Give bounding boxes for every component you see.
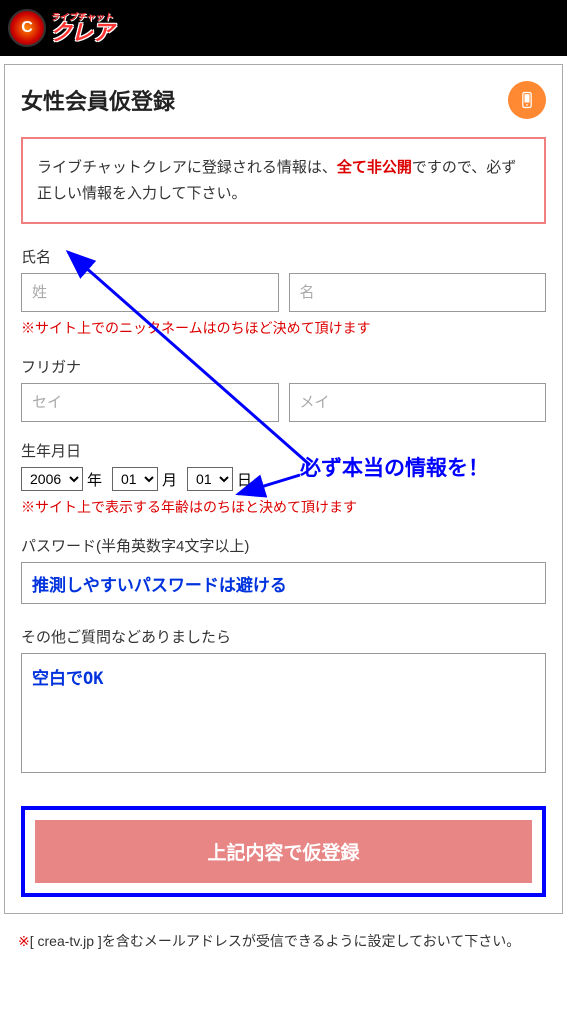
furigana-last-input[interactable] bbox=[21, 383, 279, 422]
note-marker: ※ bbox=[18, 933, 30, 949]
logo: ライブチャット クレア bbox=[8, 9, 113, 47]
submit-highlight-box: 上記内容で仮登録 bbox=[21, 806, 546, 897]
logo-icon bbox=[8, 9, 46, 47]
password-label: パスワード(半角英数字4文字以上) bbox=[21, 535, 546, 556]
first-name-input[interactable] bbox=[289, 273, 547, 312]
mobile-icon[interactable] bbox=[508, 81, 546, 119]
other-textarea[interactable] bbox=[21, 653, 546, 773]
submit-button[interactable]: 上記内容で仮登録 bbox=[35, 820, 532, 883]
logo-name: クレア bbox=[50, 22, 113, 44]
notice-pre: ライブチャットクレアに登録される情報は、 bbox=[37, 159, 337, 176]
month-unit: 月 bbox=[162, 469, 177, 490]
other-label: その他ご質問などありましたら bbox=[21, 626, 546, 647]
app-header: ライブチャット クレア bbox=[0, 0, 567, 56]
page-title: 女性会員仮登録 bbox=[21, 84, 175, 116]
name-footnote: ※サイト上でのニックネームはのちほど決めて頂けます bbox=[21, 318, 546, 338]
furigana-label: フリガナ bbox=[21, 356, 546, 377]
notice-box: ライブチャットクレアに登録される情報は、全て非公開ですので、必ず正しい情報を入力… bbox=[21, 137, 546, 224]
notice-highlight: 全て非公開 bbox=[337, 159, 412, 176]
form-container: 女性会員仮登録 ライブチャットクレアに登録される情報は、全て非公開ですので、必ず… bbox=[4, 64, 563, 914]
day-select[interactable]: 01 bbox=[187, 467, 233, 491]
password-input[interactable] bbox=[21, 562, 546, 604]
name-label: 氏名 bbox=[21, 246, 546, 267]
year-unit: 年 bbox=[87, 469, 102, 490]
day-unit: 日 bbox=[237, 469, 252, 490]
note-text: [ crea-tv.jp ]を含むメールアドレスが受信できるように設定しておいて… bbox=[30, 933, 521, 949]
month-select[interactable]: 01 bbox=[112, 467, 158, 491]
last-name-input[interactable] bbox=[21, 273, 279, 312]
furigana-first-input[interactable] bbox=[289, 383, 547, 422]
birthdate-label: 生年月日 bbox=[21, 440, 546, 461]
year-select[interactable]: 2006 bbox=[21, 467, 83, 491]
bottom-note: ※[ crea-tv.jp ]を含むメールアドレスが受信できるように設定しておい… bbox=[0, 914, 567, 968]
birthdate-footnote: ※サイト上で表示する年齢はのちほと決めて頂けます bbox=[21, 497, 546, 517]
